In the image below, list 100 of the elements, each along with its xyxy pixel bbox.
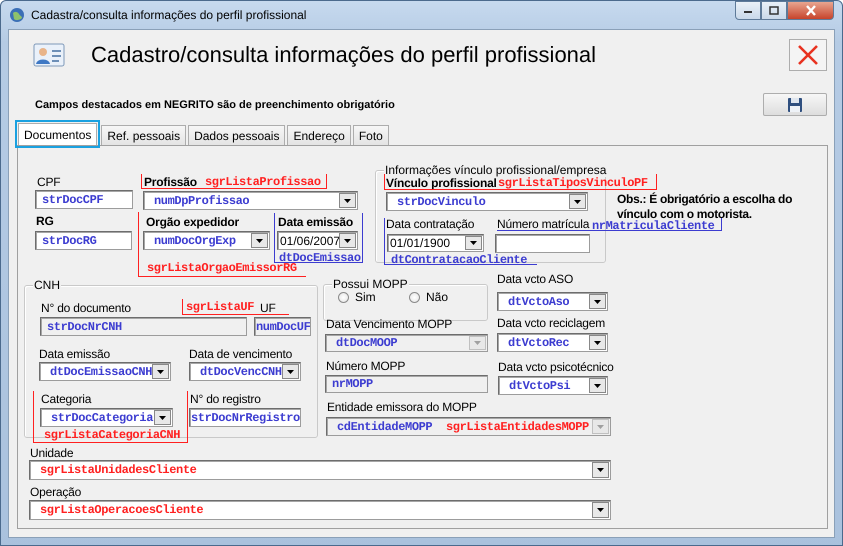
field-label: UF	[260, 301, 276, 315]
field-label: Data vcto reciclagem	[497, 316, 606, 330]
annotation-label: sgrListaProfissao	[205, 175, 321, 189]
dropdown-button[interactable]	[465, 236, 482, 250]
field-label: Unidade	[30, 446, 74, 460]
group-title: CNH	[33, 278, 61, 292]
app-icon	[9, 7, 25, 23]
tab[interactable]: Endereço	[287, 125, 351, 145]
group-title: Possui MOPP	[332, 277, 409, 291]
field-label: Entidade emissora do MOPP	[327, 400, 477, 414]
dropdown-field[interactable]: dtVctoAso	[497, 292, 608, 311]
obs-note: Obs.: É obrigatório a escolha do vínculo com o motorista.	[617, 192, 794, 221]
text-field[interactable]: strDocNrRegistro	[189, 408, 301, 427]
dropdown-field[interactable]: strDocVinculo	[386, 192, 588, 211]
dropdown-arrow-icon	[344, 238, 351, 242]
field-label: Data contratação	[386, 217, 474, 231]
dropdown-button[interactable]	[282, 364, 299, 379]
field-label: RG	[36, 214, 54, 228]
annotation-label: sgrListaTiposVinculoPF	[498, 176, 648, 190]
dropdown-button[interactable]	[592, 462, 609, 478]
tab[interactable]: Documentos	[18, 123, 98, 145]
dropdown-field[interactable]: strDocCategoria	[40, 408, 173, 427]
dropdown-button[interactable]	[592, 502, 609, 518]
text-field[interactable]: strDocRG	[35, 231, 132, 250]
annotation-label: sgrListaCategoriaCNH	[44, 428, 180, 442]
group-title: Informações vínculo profissional/empresa	[384, 163, 608, 177]
dropdown-field[interactable]: dtVctoRec	[497, 333, 608, 352]
tab[interactable]: Foto	[352, 125, 389, 145]
annotation-label: sgrListaEntidadesMOPP	[446, 420, 589, 434]
annotation-label: sgrListaOrgaoEmissorRG	[147, 261, 297, 275]
close-icon	[797, 44, 819, 66]
annotation-label: sgrListaUF	[186, 300, 254, 314]
field-label: N° do registro	[190, 392, 261, 406]
close-button[interactable]	[789, 39, 827, 71]
radio-button[interactable]	[338, 292, 349, 302]
maximize-button[interactable]	[761, 1, 787, 20]
field-label: Data Vencimento MOPP	[326, 317, 452, 331]
field-label: Data vcto psicotécnico	[498, 360, 614, 374]
field-label: Profissão	[144, 175, 197, 189]
minimize-button[interactable]	[735, 1, 761, 20]
dropdown-button[interactable]	[154, 410, 171, 425]
dropdown-button[interactable]	[339, 233, 356, 248]
dropdown-button[interactable]	[589, 378, 606, 393]
text-field[interactable]	[495, 234, 590, 253]
radio-label[interactable]: Não	[426, 290, 448, 304]
dropdown-arrow-icon	[287, 370, 294, 374]
dropdown-arrow-icon	[594, 340, 601, 344]
dropdown-button[interactable]	[589, 335, 606, 350]
save-button[interactable]	[763, 93, 827, 116]
radio-label[interactable]: Sim	[355, 290, 376, 304]
field-label: Orgão expedidor	[146, 215, 240, 229]
dropdown-field[interactable]: dtDocVencCNH	[189, 362, 301, 381]
dropdown-arrow-icon	[574, 200, 581, 204]
dropdown-arrow-icon	[256, 238, 263, 242]
dropdown-field[interactable]: numDpProfissao	[143, 191, 358, 210]
dropdown-arrow-icon	[597, 508, 604, 512]
text-field[interactable]: strDocCPF	[35, 190, 133, 209]
tab[interactable]: Ref. pessoais	[101, 125, 186, 145]
dropdown-arrow-icon	[157, 370, 164, 374]
dropdown-arrow-icon	[470, 241, 477, 245]
dropdown-button[interactable]	[589, 294, 606, 309]
close-icon	[804, 5, 816, 16]
dropdown-button[interactable]	[569, 194, 586, 209]
dropdown-arrow-icon	[159, 416, 166, 420]
field-label: CPF	[37, 175, 60, 189]
field-label: Categoria	[41, 392, 92, 406]
dropdown-field[interactable]: 01/01/1900	[387, 234, 484, 252]
close-button[interactable]	[787, 1, 834, 20]
dropdown-arrow-icon	[474, 341, 481, 345]
tab[interactable]: Dados pessoais	[188, 125, 286, 145]
field-label: Vínculo profissional	[386, 176, 497, 190]
field-label: Número MOPP	[326, 359, 406, 373]
window-title: Cadastra/consulta informações do perfil profissional	[31, 8, 306, 22]
dropdown-arrow-icon	[594, 384, 601, 388]
field-label: Data de vencimento	[189, 347, 292, 361]
annotation-label: nrMatriculaCliente	[592, 219, 714, 233]
dropdown-button[interactable]	[339, 193, 356, 208]
field-label: Data vcto ASO	[497, 272, 574, 286]
dropdown-arrow-icon	[344, 198, 351, 202]
maximize-icon	[769, 6, 779, 15]
dropdown-arrow-icon	[597, 424, 604, 428]
form-title: Cadastro/consulta informações do perfil profissional	[91, 42, 596, 68]
radio-button[interactable]	[409, 292, 420, 302]
field-label: Operação	[30, 485, 82, 499]
dropdown-field[interactable]: sgrListaOperacoesCliente	[29, 500, 611, 520]
field-label: Número matrícula	[497, 217, 590, 231]
dropdown-field[interactable]: dtVctoPsi	[498, 376, 608, 395]
dropdown-arrow-icon	[597, 468, 604, 472]
required-fields-note: Campos destacados em NEGRITO são de preenchimento obrigatório	[35, 98, 395, 110]
dropdown-field[interactable]: numDocOrgExp	[143, 231, 270, 250]
dropdown-field[interactable]: sgrListaUnidadesCliente	[29, 460, 611, 480]
profile-card-icon	[33, 41, 65, 69]
annotation-label: dtContratacaoCliente	[391, 253, 528, 267]
dropdown-field[interactable]: dtDocEmissaoCNH	[39, 362, 171, 381]
dropdown-button[interactable]	[152, 364, 169, 379]
dropdown-button[interactable]	[251, 233, 268, 248]
field-label: Data emissão	[278, 215, 353, 229]
dropdown-arrow-icon	[594, 300, 601, 304]
field-label: N° do documento	[41, 301, 131, 315]
field-label: Data emissão	[39, 347, 110, 361]
